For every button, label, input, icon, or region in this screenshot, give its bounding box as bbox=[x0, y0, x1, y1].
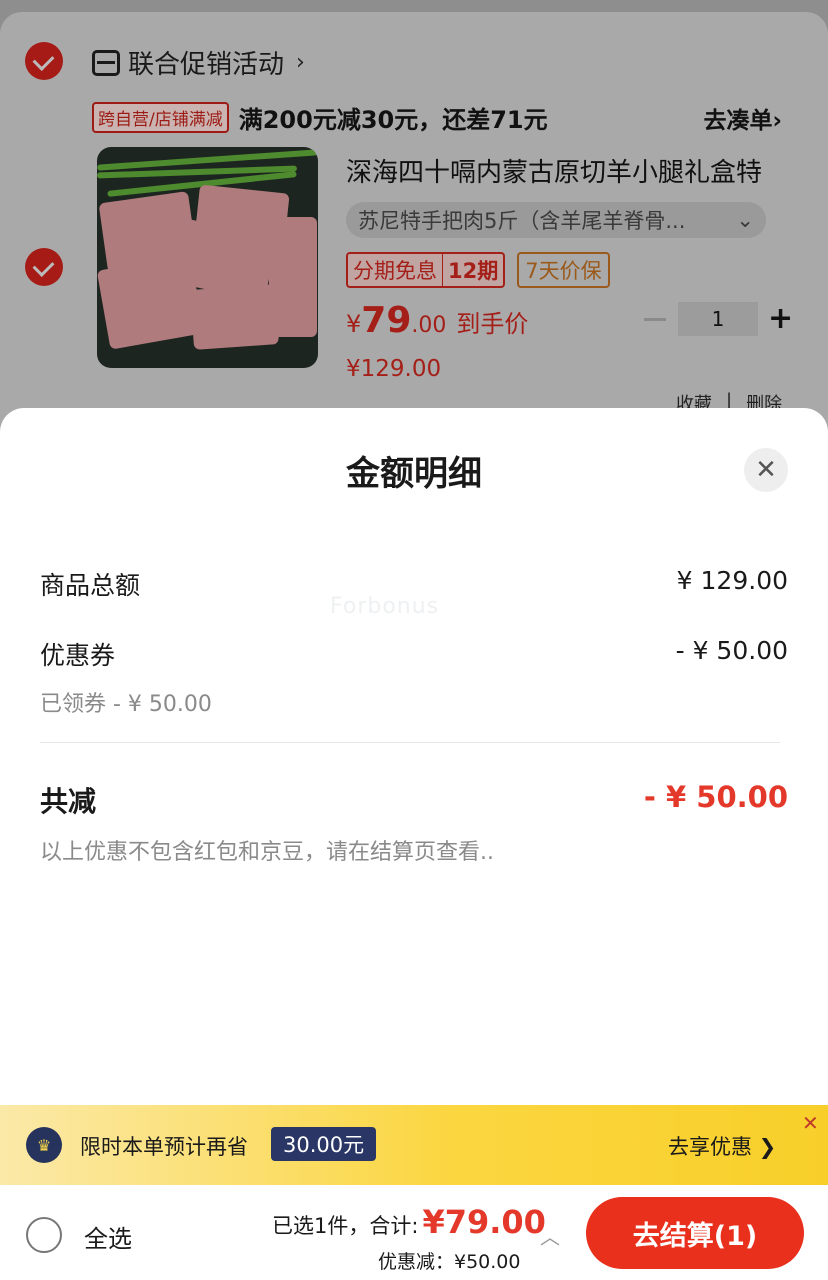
shop-header[interactable]: 联合促销活动 › bbox=[92, 44, 305, 81]
total-line: 已选1件，合计: ¥79.00 bbox=[272, 1203, 546, 1241]
add-on-label: 去凑单 bbox=[703, 107, 773, 134]
final-price: ¥ 79 .00 到手价 bbox=[346, 300, 528, 341]
footnote: 以上优惠不包含红包和京豆，请在结算页查看.. bbox=[40, 840, 494, 865]
promo-text: 满200元减30元，还差71元 bbox=[238, 106, 548, 134]
promo-row: 跨自营/店铺满减 满200元减30元，还差71元 去凑单› bbox=[92, 100, 782, 135]
promo-bar-badge: 30.00元 bbox=[271, 1127, 377, 1161]
product-checkbox[interactable] bbox=[25, 248, 63, 286]
select-all-label[interactable]: 全选 bbox=[84, 1219, 132, 1254]
checkout-button[interactable]: 去结算(1) bbox=[586, 1197, 804, 1269]
original-price: ¥129.00 bbox=[346, 356, 442, 382]
promo-bar-link[interactable]: 去享优惠 ❯ bbox=[668, 1131, 776, 1161]
watermark: Forbonus bbox=[330, 594, 440, 619]
checkout-bar: 全选 已选1件，合计: ¥79.00 ︿ 优惠减：¥50.00 去结算(1) bbox=[0, 1185, 828, 1280]
close-icon[interactable]: ✕ bbox=[744, 448, 788, 492]
installment-period: 12期 bbox=[442, 254, 503, 286]
price-currency: ¥ bbox=[346, 310, 362, 338]
coupon-label: 优惠券 bbox=[40, 641, 116, 670]
cart-shop-card: 联合促销活动 › 跨自营/店铺满减 满200元减30元，还差71元 去凑单› 深… bbox=[0, 12, 828, 452]
product-tags: 分期免息 12期 7天价保 bbox=[346, 252, 610, 288]
chevron-right-icon: › bbox=[296, 50, 305, 75]
total-off-label: 共减 bbox=[40, 785, 97, 818]
divider bbox=[40, 742, 780, 743]
discount-line[interactable]: 优惠减：¥50.00 bbox=[378, 1247, 520, 1274]
goods-total-label: 商品总额 bbox=[40, 571, 141, 600]
installment-tag: 分期免息 12期 bbox=[346, 252, 506, 288]
promo-bar[interactable]: ♛ 限时本单预计再省 30.00元 去享优惠 ❯ ✕ bbox=[0, 1105, 828, 1185]
price-decimal: .00 bbox=[411, 313, 447, 338]
price-protect-tag: 7天价保 bbox=[517, 252, 610, 288]
selected-label: 已选1件，合计: bbox=[272, 1214, 419, 1238]
product-image[interactable] bbox=[97, 147, 318, 368]
goods-total-value: ¥ 129.00 bbox=[676, 566, 788, 595]
chevron-down-icon: ⌄ bbox=[736, 208, 754, 232]
crown-icon: ♛ bbox=[26, 1127, 62, 1163]
select-all-radio[interactable] bbox=[26, 1217, 62, 1253]
price-label: 到手价 bbox=[456, 310, 529, 338]
sku-selector[interactable]: 苏尼特手把肉5斤（含羊尾羊脊骨... ⌄ bbox=[346, 202, 766, 238]
promo-tag: 跨自营/店铺满减 bbox=[92, 102, 229, 133]
sheet-title: 金额明细 bbox=[346, 454, 482, 494]
decrement-button[interactable] bbox=[644, 317, 666, 321]
total-amount: ¥79.00 bbox=[422, 1203, 546, 1241]
coupon-value: - ¥ 50.00 bbox=[675, 636, 788, 665]
quantity-stepper: 1 + bbox=[644, 302, 793, 336]
increment-button[interactable]: + bbox=[768, 304, 793, 334]
close-icon[interactable]: ✕ bbox=[802, 1111, 819, 1135]
product-title[interactable]: 深海四十嗝内蒙古原切羊小腿礼盒特 bbox=[346, 152, 796, 189]
shop-name: 联合促销活动 bbox=[128, 50, 285, 80]
quantity-input[interactable]: 1 bbox=[678, 302, 758, 336]
coupon-note: 已领券 - ¥ 50.00 bbox=[40, 692, 212, 717]
chevron-up-icon[interactable]: ︿ bbox=[540, 1221, 560, 1250]
shop-icon bbox=[92, 49, 120, 76]
promo-bar-text: 限时本单预计再省 bbox=[80, 1135, 248, 1159]
price-integer: 79 bbox=[361, 300, 412, 341]
add-on-link[interactable]: 去凑单› bbox=[704, 101, 782, 135]
installment-label: 分期免息 bbox=[353, 259, 437, 283]
sku-text: 苏尼特手把肉5斤（含羊尾羊脊骨... bbox=[358, 209, 686, 233]
total-off-value: - ¥ 50.00 bbox=[643, 780, 788, 814]
shop-checkbox[interactable] bbox=[25, 42, 63, 80]
